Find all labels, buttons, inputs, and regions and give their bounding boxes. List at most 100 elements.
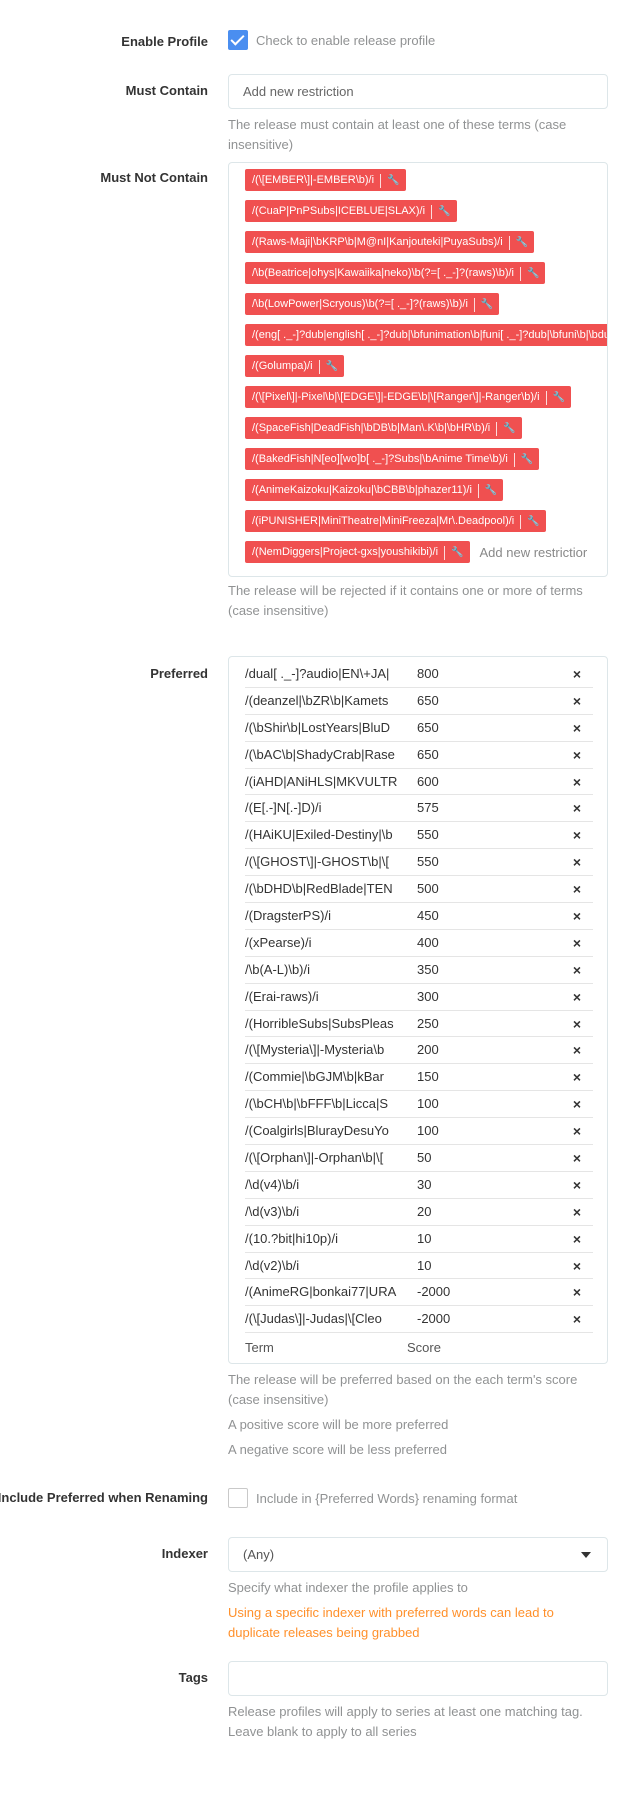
- remove-icon[interactable]: ×: [573, 769, 581, 795]
- preferred-term[interactable]: /(\[Orphan\]|-Orphan\b|\[: [245, 1145, 413, 1171]
- preferred-term[interactable]: /(\bCH\b|\bFFF\b|Licca|S: [245, 1091, 413, 1117]
- restriction-tag[interactable]: /(\[Pixel\]|-Pixel\b|\[EDGE\]|-EDGE\b|\[…: [245, 386, 571, 408]
- preferred-term[interactable]: /(AnimeRG|bonkai77|URA: [245, 1279, 413, 1305]
- restriction-tag[interactable]: /(CuaP|PnPSubs|ICEBLUE|SLAX)/i 🔧: [245, 200, 457, 222]
- must-not-contain-taglist[interactable]: /(\[EMBER\]|-EMBER\b)/i 🔧 /(CuaP|PnPSubs|I…: [228, 162, 608, 577]
- preferred-term[interactable]: /\d(v4)\b/i: [245, 1172, 413, 1198]
- preferred-score[interactable]: -2000: [417, 1279, 450, 1305]
- preferred-term[interactable]: /\b(A-L)\b)/i: [245, 957, 413, 983]
- preferred-term[interactable]: /(\bDHD\b|RedBlade|TEN: [245, 876, 413, 902]
- preferred-score[interactable]: 200: [417, 1037, 439, 1063]
- wrench-icon[interactable]: 🔧: [513, 453, 539, 467]
- include-preferred-checkbox[interactable]: [228, 1488, 248, 1508]
- preferred-term[interactable]: /dual[ ._-]?audio|EN\+JA|: [245, 661, 413, 687]
- remove-icon[interactable]: ×: [573, 1306, 581, 1332]
- preferred-term[interactable]: /(deanzel|\bZR\b|Kamets: [245, 688, 413, 714]
- remove-icon[interactable]: ×: [573, 715, 581, 741]
- remove-icon[interactable]: ×: [573, 742, 581, 768]
- restriction-tag[interactable]: /(BakedFish|N[eo][wo]b[ ._-]?Subs|\bAnim…: [245, 448, 540, 470]
- preferred-term[interactable]: /\d(v3)\b/i: [245, 1199, 413, 1225]
- preferred-term[interactable]: /(xPearse)/i: [245, 930, 413, 956]
- wrench-icon[interactable]: 🔧: [519, 267, 545, 281]
- preferred-score[interactable]: 450: [417, 903, 439, 929]
- preferred-term[interactable]: /(\[Judas\]|-Judas|\[Cleo: [245, 1306, 413, 1332]
- restriction-tag[interactable]: /(iPUNISHER|MiniTheatre|MiniFreeza|Mr\.D…: [245, 510, 546, 532]
- preferred-term[interactable]: /(HAiKU|Exiled-Destiny|\b: [245, 822, 413, 848]
- remove-icon[interactable]: ×: [573, 1037, 581, 1063]
- preferred-score[interactable]: 100: [417, 1091, 439, 1117]
- remove-icon[interactable]: ×: [573, 1064, 581, 1090]
- preferred-score[interactable]: 550: [417, 849, 439, 875]
- remove-icon[interactable]: ×: [573, 1226, 581, 1252]
- preferred-term[interactable]: /(HorribleSubs|SubsPleas: [245, 1011, 413, 1037]
- remove-icon[interactable]: ×: [573, 661, 581, 687]
- remove-icon[interactable]: ×: [573, 1199, 581, 1225]
- remove-icon[interactable]: ×: [573, 1145, 581, 1171]
- wrench-icon[interactable]: 🔧: [380, 174, 405, 188]
- preferred-score[interactable]: 650: [417, 742, 439, 768]
- preferred-term[interactable]: /(\[Mysteria\]|-Mysteria\b: [245, 1037, 413, 1063]
- wrench-icon[interactable]: 🔧: [473, 298, 499, 312]
- preferred-score[interactable]: 600: [417, 769, 439, 795]
- preferred-term[interactable]: /(DragsterPS)/i: [245, 903, 413, 929]
- preferred-term[interactable]: /(\bAC\b|ShadyCrab|Rase: [245, 742, 413, 768]
- preferred-score[interactable]: 550: [417, 822, 439, 848]
- restriction-tag[interactable]: /(NemDiggers|Project-gxs|youshikibi)/i 🔧: [245, 541, 470, 563]
- preferred-score[interactable]: -2000: [417, 1306, 450, 1332]
- preferred-score[interactable]: 575: [417, 795, 439, 821]
- preferred-term[interactable]: /(Coalgirls|BlurayDesuYo: [245, 1118, 413, 1144]
- restriction-tag[interactable]: /(\[EMBER\]|-EMBER\b)/i 🔧: [245, 169, 406, 191]
- tags-input[interactable]: [228, 1661, 608, 1696]
- remove-icon[interactable]: ×: [573, 957, 581, 983]
- wrench-icon[interactable]: 🔧: [545, 391, 571, 405]
- indexer-select[interactable]: (Any): [228, 1537, 608, 1572]
- wrench-icon[interactable]: 🔧: [477, 484, 503, 498]
- wrench-icon[interactable]: 🔧: [318, 360, 344, 374]
- wrench-icon[interactable]: 🔧: [431, 205, 456, 219]
- preferred-score[interactable]: 650: [417, 688, 439, 714]
- preferred-score[interactable]: 400: [417, 930, 439, 956]
- preferred-score[interactable]: 800: [417, 661, 439, 687]
- wrench-icon[interactable]: 🔧: [444, 546, 469, 560]
- preferred-score[interactable]: 30: [417, 1172, 431, 1198]
- preferred-term[interactable]: /(Erai-raws)/i: [245, 984, 413, 1010]
- enable-profile-checkbox[interactable]: [228, 30, 248, 50]
- remove-icon[interactable]: ×: [573, 822, 581, 848]
- preferred-score[interactable]: 350: [417, 957, 439, 983]
- preferred-score[interactable]: 650: [417, 715, 439, 741]
- preferred-score[interactable]: 50: [417, 1145, 431, 1171]
- remove-icon[interactable]: ×: [573, 903, 581, 929]
- remove-icon[interactable]: ×: [573, 1172, 581, 1198]
- preferred-score[interactable]: 10: [417, 1226, 431, 1252]
- preferred-score[interactable]: 100: [417, 1118, 439, 1144]
- preferred-term[interactable]: /\d(v2)\b/i: [245, 1253, 413, 1279]
- remove-icon[interactable]: ×: [573, 876, 581, 902]
- wrench-icon[interactable]: 🔧: [496, 422, 521, 436]
- remove-icon[interactable]: ×: [573, 1279, 581, 1305]
- wrench-icon[interactable]: 🔧: [508, 236, 534, 250]
- remove-icon[interactable]: ×: [573, 1253, 581, 1279]
- remove-icon[interactable]: ×: [573, 849, 581, 875]
- preferred-score[interactable]: 300: [417, 984, 439, 1010]
- preferred-score[interactable]: 250: [417, 1011, 439, 1037]
- add-restriction-input[interactable]: Add new restrictior: [480, 545, 588, 560]
- restriction-tag[interactable]: /\b(Beatrice|ohys|Kawaiika|neko)\b(?=[ .…: [245, 262, 546, 284]
- remove-icon[interactable]: ×: [573, 1118, 581, 1144]
- remove-icon[interactable]: ×: [573, 1091, 581, 1117]
- restriction-tag[interactable]: /(Golumpa)/i 🔧: [245, 355, 344, 377]
- remove-icon[interactable]: ×: [573, 984, 581, 1010]
- wrench-icon[interactable]: 🔧: [520, 515, 545, 529]
- must-contain-input[interactable]: Add new restriction: [228, 74, 608, 109]
- restriction-tag[interactable]: /(SpaceFish|DeadFish|\bDB\b|Man\.K\b|\bH…: [245, 417, 522, 439]
- preferred-score[interactable]: 20: [417, 1199, 431, 1225]
- preferred-score[interactable]: 150: [417, 1064, 439, 1090]
- preferred-term[interactable]: /(E[.-]N[.-]D)/i: [245, 795, 413, 821]
- restriction-tag[interactable]: /(eng[ ._-]?dub|english[ ._-]?dub|\bfuni…: [245, 324, 607, 346]
- remove-icon[interactable]: ×: [573, 930, 581, 956]
- remove-icon[interactable]: ×: [573, 795, 581, 821]
- remove-icon[interactable]: ×: [573, 688, 581, 714]
- restriction-tag[interactable]: /(AnimeKaizoku|Kaizoku|\bCBB\b|phazer11)…: [245, 479, 504, 501]
- preferred-term[interactable]: /(10.?bit|hi10p)/i: [245, 1226, 413, 1252]
- preferred-score[interactable]: 500: [417, 876, 439, 902]
- preferred-term[interactable]: /(\[GHOST\]|-GHOST\b|\[: [245, 849, 413, 875]
